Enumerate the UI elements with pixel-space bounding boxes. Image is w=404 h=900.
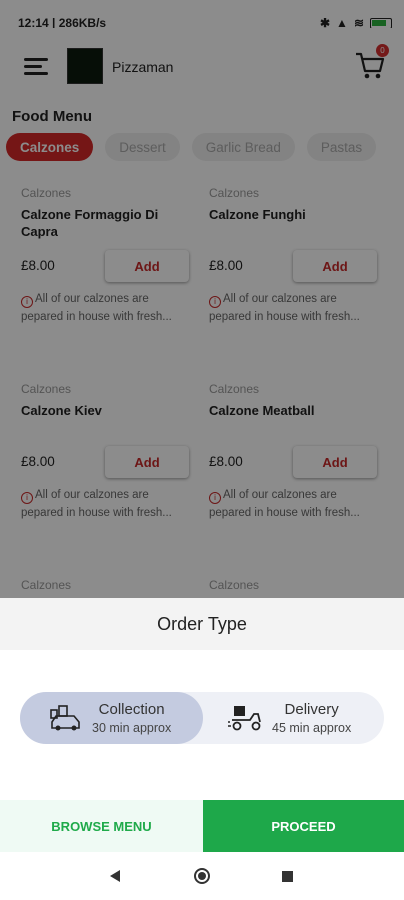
order-type-title: Order Type [0,598,404,650]
collection-time: 30 min approx [92,721,172,735]
delivery-option[interactable]: Delivery 45 min approx [216,692,384,744]
collection-label: Collection [98,701,165,718]
collection-option[interactable]: Collection 30 min approx [20,692,203,744]
delivery-label: Delivery [284,701,339,718]
proceed-button[interactable]: PROCEED [203,800,404,852]
recents-icon[interactable] [282,871,293,882]
action-buttons: BROWSE MENU PROCEED [0,800,404,852]
back-icon[interactable] [110,870,120,882]
browse-menu-button[interactable]: BROWSE MENU [0,800,203,852]
order-type-toggle: Collection 30 min approx Delivery 45 min… [20,692,384,744]
modal-scrim[interactable] [0,0,404,600]
home-icon[interactable] [194,868,210,884]
collection-icon [50,705,80,731]
delivery-time: 45 min approx [272,721,352,735]
system-nav-bar [0,852,404,900]
delivery-scooter-icon [228,706,261,731]
